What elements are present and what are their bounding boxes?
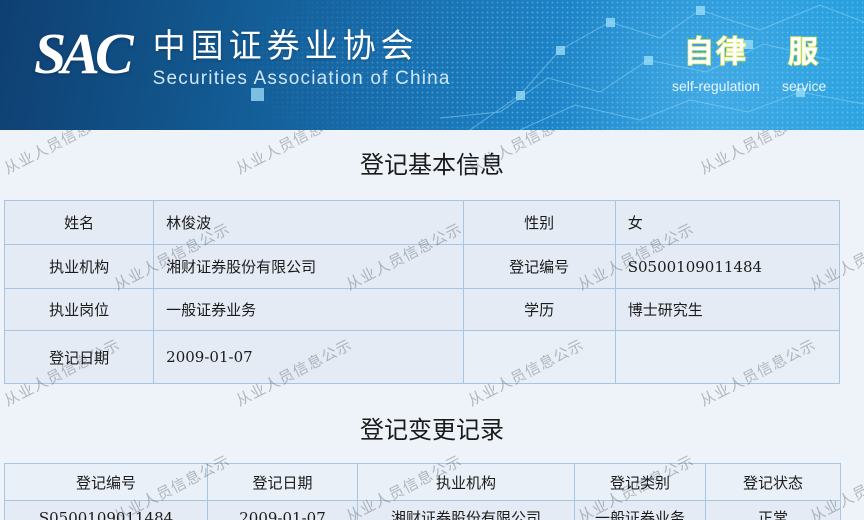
field-label: 执业岗位 xyxy=(3,288,155,331)
field-value: 博士研究生 xyxy=(614,288,841,331)
org-name-chinese: 中国证券业协会 xyxy=(152,26,419,65)
table-row: 执业岗位 一般证券业务 学历 博士研究生 xyxy=(3,288,841,331)
column-header: 执业机构 xyxy=(357,463,575,501)
slogan-self-regulation-en: self-regulation xyxy=(672,78,760,94)
org-title-block: 中国证券业协会 Securities Association of China xyxy=(153,26,451,92)
cell-registration-number: S0500109011484 xyxy=(4,500,208,520)
basic-info-table: 姓名 林俊波 性别 女 执业机构 湘财证券股份有限公司 登记编号 S050010… xyxy=(3,200,841,384)
slogan-service-cn: 服 xyxy=(787,35,821,70)
cell-institution: 湘财证券股份有限公司 xyxy=(357,500,575,520)
sac-logo-text: SAC xyxy=(34,21,134,86)
org-name-english: Securities Association of China xyxy=(152,68,451,89)
page-content: 从业人员信息公示 从业人员信息公示 从业人员信息公示 从业人员信息公示 从业人员信息公示… xyxy=(0,130,864,520)
slogan-service: 服 service xyxy=(781,35,827,96)
column-header: 登记日期 xyxy=(207,463,358,501)
slogan-service-en: service xyxy=(781,78,827,94)
field-value: 湘财证券股份有限公司 xyxy=(153,244,464,289)
watermark-text: 从业人员信息公示 xyxy=(0,450,2,520)
table-header-row: 登记编号 登记日期 执业机构 登记类别 登记状态 xyxy=(4,463,841,501)
field-label: 性别 xyxy=(462,200,616,245)
cell-registration-date: 2009-01-07 xyxy=(207,500,358,520)
sac-logo: SAC 中国证券业协会 Securities Association of Ch… xyxy=(34,24,451,92)
field-label: 登记日期 xyxy=(3,330,155,384)
field-value: S0500109011484 xyxy=(614,244,841,289)
table-row: S0500109011484 2009-01-07 湘财证券股份有限公司 一般证… xyxy=(4,500,841,520)
table-row: 执业机构 湘财证券股份有限公司 登记编号 S0500109011484 xyxy=(3,244,841,289)
field-label: 姓名 xyxy=(3,200,155,245)
field-value: 2009-01-07 xyxy=(153,330,464,384)
cell-registration-type: 一般证券业务 xyxy=(574,500,706,520)
field-value-empty xyxy=(614,330,841,384)
field-value: 女 xyxy=(614,200,841,245)
field-value: 一般证券业务 xyxy=(153,288,464,331)
field-label: 执业机构 xyxy=(3,244,155,289)
change-record-table: 登记编号 登记日期 执业机构 登记类别 登记状态 S0500109011484 … xyxy=(4,463,841,520)
field-value: 林俊波 xyxy=(153,200,464,245)
site-header-banner: SAC 中国证券业协会 Securities Association of Ch… xyxy=(0,0,864,130)
column-header: 登记状态 xyxy=(705,463,841,501)
banner-slogans: 自律 self-regulation 服 service xyxy=(672,35,827,96)
field-label-empty xyxy=(462,330,616,384)
table-row: 姓名 林俊波 性别 女 xyxy=(3,200,841,245)
column-header: 登记类别 xyxy=(574,463,706,501)
status-badge: 正常 xyxy=(705,500,841,520)
column-header: 登记编号 xyxy=(4,463,208,501)
field-label: 登记编号 xyxy=(462,244,616,289)
watermark-text: 从业人员信息公示 xyxy=(0,218,2,295)
basic-info-title: 登记基本信息 xyxy=(360,151,504,179)
slogan-self-regulation-cn: 自律 xyxy=(683,35,748,70)
slogan-self-regulation: 自律 self-regulation xyxy=(672,35,760,96)
table-row: 登记日期 2009-01-07 xyxy=(3,330,841,384)
field-label: 学历 xyxy=(462,288,616,331)
change-record-title: 登记变更记录 xyxy=(360,416,504,444)
